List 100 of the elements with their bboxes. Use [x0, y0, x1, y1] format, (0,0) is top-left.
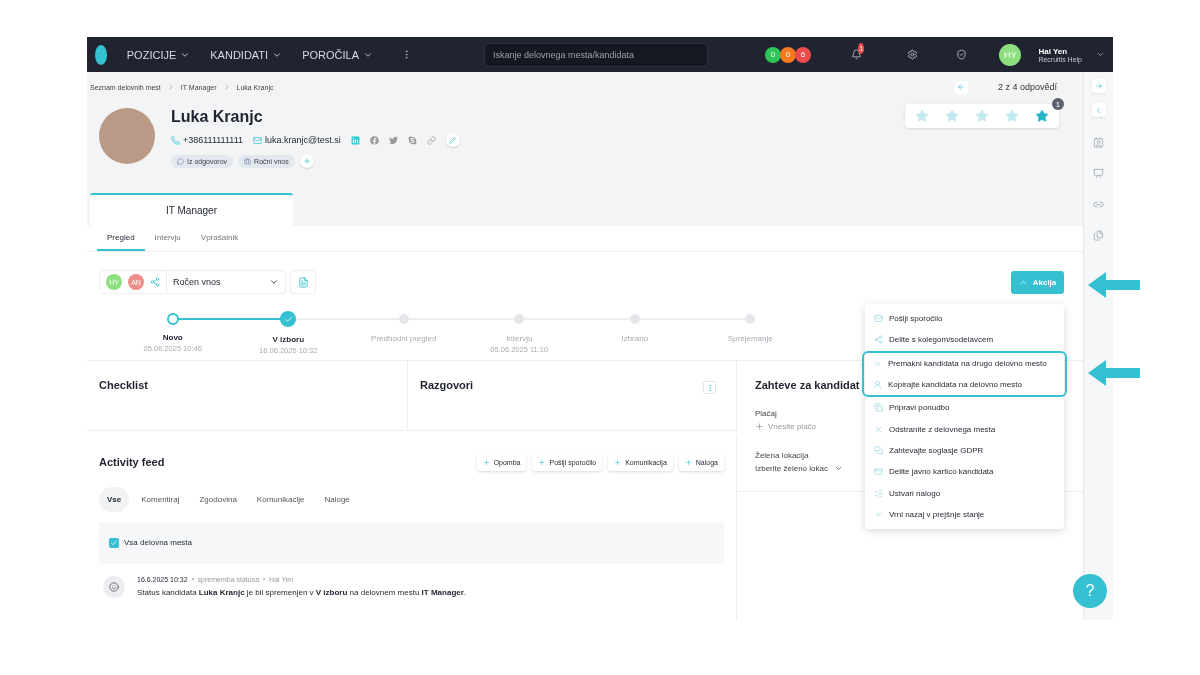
nav-menu[interactable]: POROČILA	[302, 48, 373, 61]
menu-item[interactable]: Vrni nazaj v prejšnje stanje	[865, 503, 1064, 525]
field-label: Plačaj	[755, 409, 777, 418]
filter-tab[interactable]: Komunikacije	[248, 486, 313, 512]
chevron-down-icon[interactable]	[1096, 50, 1105, 59]
linkedin-icon[interactable]	[350, 135, 360, 145]
menu-item[interactable]: Kopirajte kandidata na delovno mesto	[864, 373, 1065, 396]
logo[interactable]	[95, 44, 107, 65]
panel-title: Activity feed	[99, 456, 165, 468]
email-link[interactable]: luka.kranjc@test.si	[253, 135, 341, 145]
arrow-left-icon	[957, 83, 966, 91]
sub-tab[interactable]: Vprašalnik	[190, 226, 249, 251]
filter-tab[interactable]: Vse	[99, 486, 130, 512]
source-select[interactable]: Ročen vnos	[167, 271, 285, 293]
menu-item[interactable]: Delite javno kartico kandidata	[865, 461, 1064, 483]
pager-text: 2 z 4 odpovědí	[997, 82, 1057, 92]
menu-item[interactable]: Zahtevajte soglasje GDPR	[865, 439, 1064, 462]
check-icon	[283, 314, 293, 324]
chevron-down-icon	[269, 277, 279, 287]
step-label: Predhodni pregled	[371, 334, 437, 343]
double-chevron-icon	[873, 358, 882, 368]
checkbox[interactable]	[109, 537, 119, 548]
step-label: Sprejemanje	[727, 334, 773, 343]
link-icon[interactable]	[1093, 199, 1104, 210]
settings-icon[interactable]	[907, 49, 919, 60]
checkbox-label: Vsa delovna mesta	[124, 538, 193, 547]
plus-icon	[302, 157, 311, 165]
document-button[interactable]	[290, 270, 316, 294]
shield-icon[interactable]	[956, 49, 968, 60]
facebook-icon[interactable]	[369, 135, 379, 145]
menu-item[interactable]: Ustvari nalogo	[865, 482, 1064, 504]
step-label: Izbrano	[621, 334, 649, 343]
close-icon	[874, 424, 883, 434]
pointer-arrow	[1088, 360, 1140, 386]
filter-tab[interactable]: Komentiraj	[133, 486, 188, 512]
nav-menu[interactable]: KANDIDATI	[210, 48, 283, 61]
document-icon	[297, 276, 309, 288]
job-tab[interactable]: IT Manager	[90, 193, 293, 226]
bell-icon[interactable]	[850, 49, 862, 60]
previous-button[interactable]	[954, 80, 968, 94]
menu-item[interactable]: Premakni kandidata na drugo delovno mesto	[864, 352, 1065, 374]
chevron-left-icon	[1094, 105, 1103, 115]
arrow-right-icon	[1094, 82, 1103, 90]
filter-tab[interactable]: Naloge	[316, 486, 358, 512]
share-icon[interactable]	[150, 277, 160, 287]
photo-placeholder	[99, 108, 155, 164]
panel-title: Razgovori	[420, 379, 474, 391]
menu-item[interactable]: Delite s kolegom/sodelavcem	[865, 329, 1064, 351]
pencil-icon	[449, 136, 457, 144]
plus-icon	[482, 458, 490, 466]
step-label: V izboru	[272, 335, 305, 344]
contact-icon[interactable]	[1093, 137, 1104, 148]
search-field[interactable]: Iskanje delovnega mesta/kandidata	[484, 42, 708, 67]
next-button[interactable]	[1091, 79, 1106, 93]
location-select[interactable]: Izberite želeno lokac	[755, 464, 843, 473]
menu-item[interactable]: Odstranite z delovnega mesta	[865, 418, 1064, 440]
user-name: Hai Yen	[1038, 46, 1069, 56]
candidate-name: Luka Kranjc	[171, 108, 264, 126]
user-icon	[873, 380, 882, 390]
filter-tab[interactable]: Zgodovina	[191, 486, 245, 512]
collapse-button[interactable]	[1091, 103, 1106, 117]
pointer-arrow	[1088, 272, 1140, 298]
list-icon	[874, 488, 883, 498]
rating-count: 1	[1052, 98, 1064, 110]
mail-icon	[253, 135, 262, 145]
more-button[interactable]	[703, 381, 716, 394]
counter[interactable]: 6	[794, 46, 811, 63]
skype-icon[interactable]	[407, 135, 417, 145]
entry-text: Status kandidata Luka Kranjc je bil spremenjen v V izboru na delovnem mestu IT Manager.	[137, 587, 467, 597]
phone-icon	[171, 135, 180, 145]
add-tag-button[interactable]	[299, 154, 314, 168]
chevron-down-icon	[833, 464, 843, 473]
plus-icon	[684, 458, 692, 466]
field-label: Želena lokacija	[755, 451, 809, 460]
plus-icon	[538, 458, 546, 466]
plus-icon	[755, 422, 764, 431]
sub-tab[interactable]: Pregled	[97, 226, 145, 251]
step-label: Intervju	[506, 334, 533, 343]
step-label: Novo	[162, 333, 183, 342]
menu-item[interactable]: Pošlji sporočilo	[865, 308, 1064, 330]
star-icon[interactable]	[1035, 109, 1049, 123]
panel-title: Zahteve za kandidat	[755, 379, 860, 391]
briefcase-icon	[244, 157, 252, 165]
chat-icon	[874, 445, 883, 455]
presentation-icon[interactable]	[1093, 168, 1104, 179]
double-chevron-icon	[874, 509, 883, 519]
nav-menu[interactable]: POZICIJE	[126, 48, 191, 61]
sub-tab[interactable]: Intervju	[144, 226, 191, 251]
mail-icon	[874, 314, 883, 324]
twitter-icon[interactable]	[388, 135, 398, 145]
edit-button[interactable]	[445, 133, 460, 147]
phone-link[interactable]: +386111111111	[171, 135, 243, 145]
speech-bubble-icon	[177, 157, 184, 165]
files-icon[interactable]	[1093, 230, 1104, 241]
panel-title: Checklist	[99, 379, 148, 391]
card-icon	[874, 467, 883, 477]
share-icon	[874, 335, 883, 345]
copy-icon	[874, 403, 883, 413]
menu-item[interactable]: Pripravi ponudbo	[865, 397, 1064, 419]
link-icon[interactable]	[426, 135, 436, 145]
